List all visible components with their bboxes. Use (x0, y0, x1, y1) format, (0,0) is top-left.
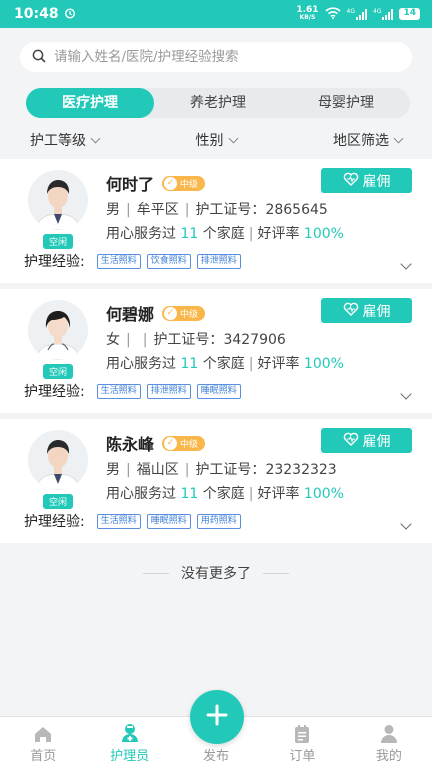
filter-region[interactable]: 地区筛选 (333, 130, 404, 150)
experience-tag: 排泄照料 (196, 253, 241, 269)
status-badge: 空闲 (42, 364, 73, 379)
experience-row: 护理经验: 生活照料 饮食照料 排泄照料 (24, 251, 241, 271)
chevron-down-icon (400, 518, 412, 530)
caregiver-info: 男 | 牟平区 | 护工证号：2865645 (106, 202, 328, 218)
filter-level[interactable]: 护工等级 (30, 130, 101, 150)
caregiver-card[interactable]: 空闲 何时了 ✓ 中级 雇佣 男 | 牟平区 | 护工证号：2865645 用心服务过 1… (0, 159, 432, 283)
network-speed: 1.61 KB/S (296, 5, 319, 22)
expand-toggle[interactable] (399, 383, 412, 402)
caregiver-list: 空闲 何时了 ✓ 中级 雇佣 男 | 牟平区 | 护工证号：2865645 用心服务过 1… (0, 159, 432, 543)
search-icon (32, 48, 46, 67)
search-input[interactable] (54, 49, 400, 65)
experience-row: 护理经验: 生活照料 睡眠照料 用药照料 (24, 511, 241, 531)
category-tabs: 医疗护理 养老护理 母婴护理 (26, 88, 410, 118)
chevron-down-icon (393, 133, 404, 143)
experience-tag: 生活照料 (96, 513, 141, 529)
caregiver-name: 陈永峰 (106, 435, 155, 454)
tab-orders[interactable]: 订单 (259, 717, 345, 768)
tab-home[interactable]: 首页 (0, 717, 86, 768)
hire-button[interactable]: 雇佣 (321, 428, 412, 453)
check-icon: ✓ (164, 306, 178, 320)
user-icon (380, 721, 398, 743)
check-icon: ✓ (164, 176, 178, 190)
caregiver-stats: 用心服务过 11 个家庭 | 好评率 100% (106, 226, 344, 242)
plus-icon (206, 704, 228, 730)
avatar (28, 300, 88, 360)
status-badge: 空闲 (42, 234, 73, 249)
caregiver-stats: 用心服务过 11 个家庭 | 好评率 100% (106, 356, 344, 372)
tab-maternity-care[interactable]: 母婴护理 (282, 88, 410, 118)
caregiver-name: 何碧娜 (106, 305, 155, 324)
caregiver-info: 男 | 福山区 | 护工证号：23232323 (106, 462, 337, 478)
experience-row: 护理经验: 生活照料 排泄照料 睡眠照料 (24, 381, 241, 401)
experience-tag: 睡眠照料 (196, 383, 241, 399)
battery-icon: 14 (399, 8, 420, 20)
signal-icon-2: 4G (373, 8, 394, 20)
caregiver-card[interactable]: 空闲 何碧娜 ✓ 中级 雇佣 女 | | 护工证号：3427906 用心服务过 11 个… (0, 289, 432, 413)
experience-tag: 饮食照料 (146, 253, 191, 269)
status-bar: 10:48 1.61 KB/S 4G 4G 14 (0, 0, 432, 28)
experience-tag: 用药照料 (196, 513, 241, 529)
expand-toggle[interactable] (399, 513, 412, 532)
caregiver-card[interactable]: 空闲 陈永峰 ✓ 中级 雇佣 男 | 福山区 | 护工证号：23232323 用心服务过 … (0, 419, 432, 543)
level-badge: ✓ 中级 (162, 305, 206, 321)
avatar (28, 430, 88, 490)
caregiver-info: 女 | | 护工证号：3427906 (106, 332, 286, 348)
chevron-down-icon (228, 133, 238, 143)
search-bar[interactable] (20, 42, 412, 72)
heart-icon (343, 302, 359, 320)
avatar (28, 170, 88, 230)
filter-gender[interactable]: 性别 (196, 130, 238, 150)
heart-icon (343, 172, 359, 190)
caregiver-icon (121, 721, 139, 743)
level-badge: ✓ 中级 (162, 435, 206, 451)
check-icon: ✓ (164, 436, 178, 450)
tab-medical-care[interactable]: 医疗护理 (26, 88, 154, 118)
filter-bar: 护工等级 性别 地区筛选 (0, 118, 432, 150)
experience-tag: 生活照料 (96, 253, 141, 269)
experience-tag: 睡眠照料 (146, 513, 191, 529)
tab-profile[interactable]: 我的 (346, 717, 432, 768)
tab-caregivers[interactable]: 护理员 (86, 717, 172, 768)
heart-icon (343, 432, 359, 450)
chevron-down-icon (90, 133, 101, 143)
end-of-list: 没有更多了 (0, 563, 432, 583)
hire-button[interactable]: 雇佣 (321, 298, 412, 323)
status-badge: 空闲 (42, 494, 73, 509)
experience-tag: 排泄照料 (146, 383, 191, 399)
chevron-down-icon (400, 388, 412, 400)
hire-button[interactable]: 雇佣 (321, 168, 412, 193)
alarm-icon (64, 7, 76, 22)
divider (263, 572, 289, 574)
chevron-down-icon (400, 258, 412, 270)
level-badge: ✓ 中级 (162, 175, 206, 191)
tab-elderly-care[interactable]: 养老护理 (154, 88, 282, 118)
order-icon (294, 721, 310, 743)
home-icon (33, 721, 53, 743)
caregiver-stats: 用心服务过 11 个家庭 | 好评率 100% (106, 486, 344, 502)
wifi-icon (324, 6, 341, 22)
publish-button[interactable] (190, 690, 244, 744)
caregiver-name: 何时了 (106, 175, 155, 194)
status-time: 10:48 (14, 6, 59, 22)
experience-tag: 生活照料 (96, 383, 141, 399)
expand-toggle[interactable] (399, 253, 412, 272)
divider (143, 572, 169, 574)
signal-icon: 4G (347, 8, 367, 20)
